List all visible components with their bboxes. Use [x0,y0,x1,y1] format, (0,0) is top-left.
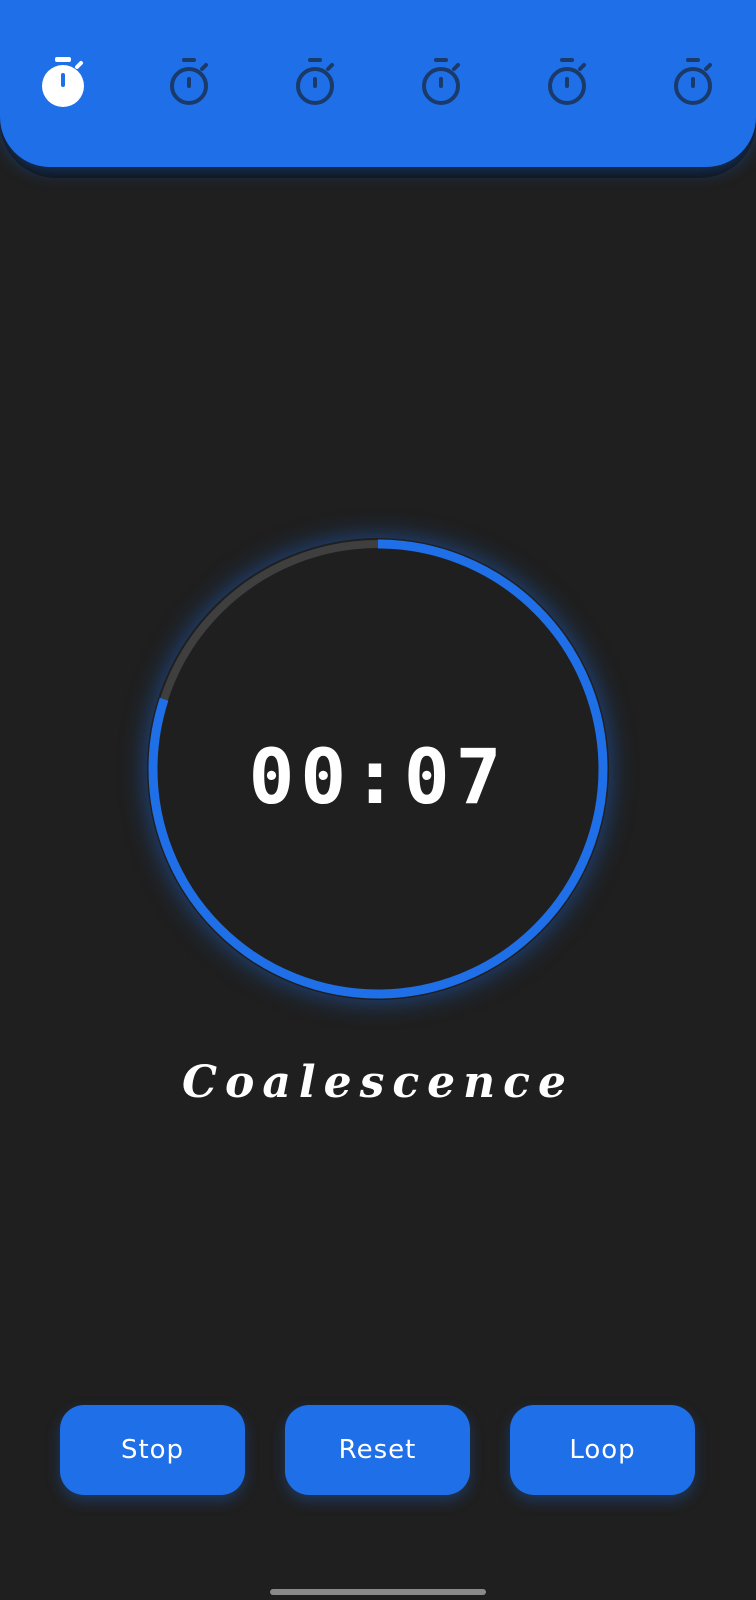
timer-tab-1[interactable] [37,54,89,110]
timer-name: Coalescence [182,1057,574,1108]
stopwatch-icon [164,55,214,109]
timer-tab-3[interactable] [289,54,341,110]
timer-tab-4[interactable] [415,54,467,110]
timer-tab-6[interactable] [667,54,719,110]
stop-button[interactable]: Stop [60,1405,245,1495]
stopwatch-icon [38,55,88,109]
stopwatch-icon [542,55,592,109]
stopwatch-icon [668,55,718,109]
timer-tab-5[interactable] [541,54,593,110]
timer-selector-bar [0,0,756,167]
stopwatch-icon [290,55,340,109]
time-display: 00:07 [248,732,508,821]
timer-tab-2[interactable] [163,54,215,110]
loop-button[interactable]: Loop [510,1405,695,1495]
stopwatch-icon [416,55,466,109]
reset-button[interactable]: Reset [285,1405,470,1495]
home-indicator [270,1589,486,1595]
